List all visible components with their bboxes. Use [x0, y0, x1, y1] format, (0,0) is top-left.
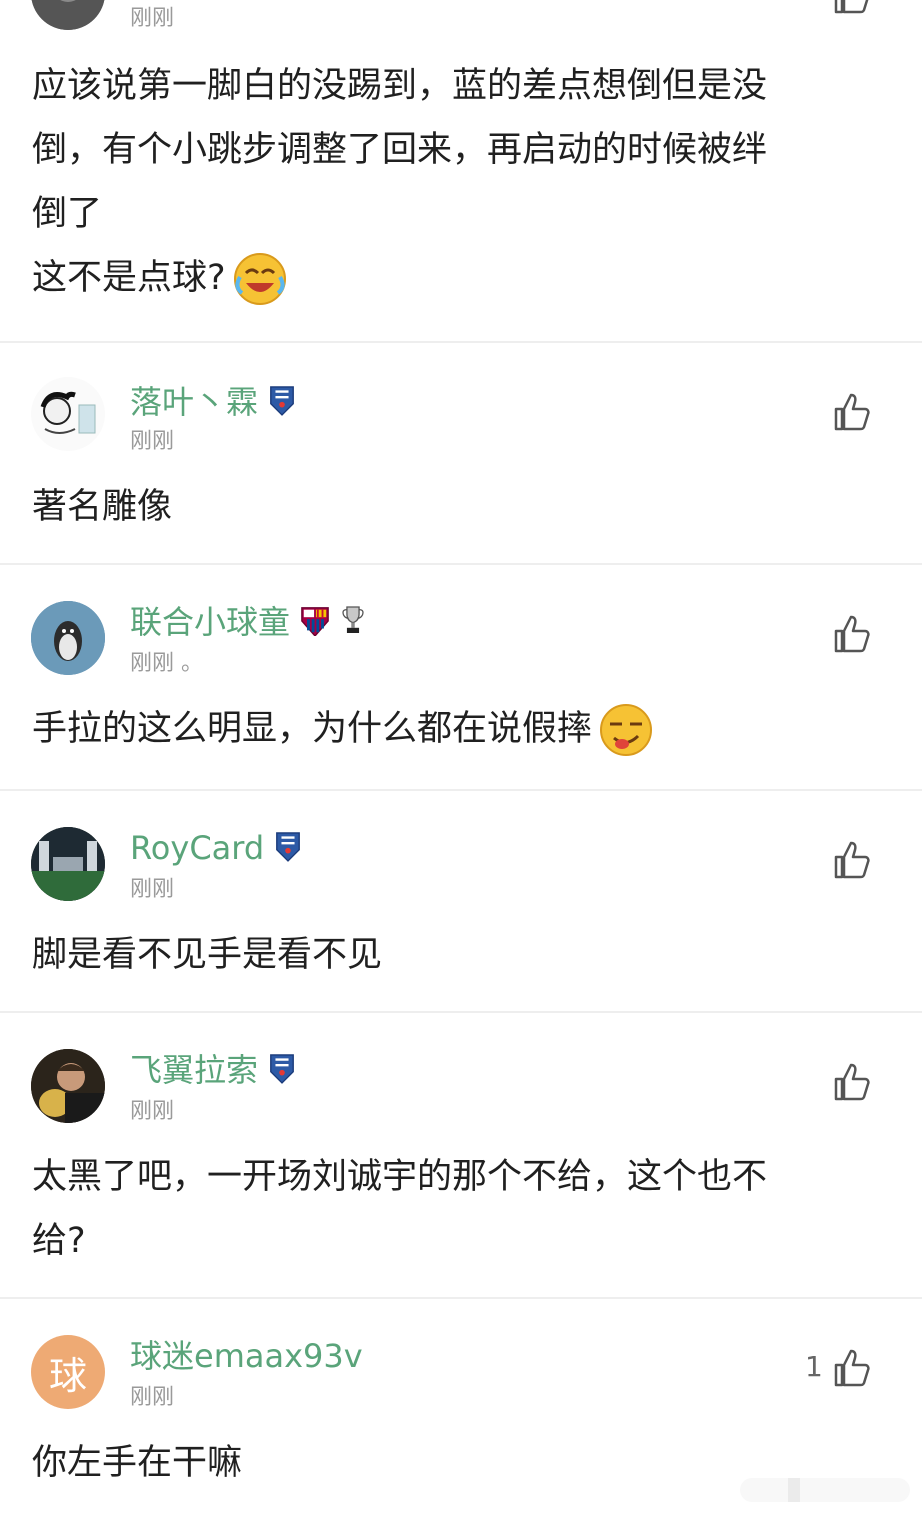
comment-text: 应该说第一脚白的没踢到，蓝的差点想倒但是没 倒，有个小跳步调整了回来，再启动的时…	[32, 54, 892, 310]
comment-text-line: 倒，有个小跳步调整了回来，再启动的时候被绊	[32, 130, 768, 170]
comment-time: 刚刚 。	[130, 651, 203, 676]
trophy-badge-icon	[340, 604, 366, 644]
avatar[interactable]: 球	[31, 1335, 105, 1409]
username[interactable]: 球迷emaax93v	[130, 1337, 363, 1375]
username-text[interactable]: 飞翼拉索	[130, 1051, 258, 1089]
watermark	[740, 1472, 910, 1508]
avatar[interactable]	[31, 601, 105, 675]
comment-time: 刚刚	[130, 6, 175, 31]
comment-text: 脚是看不见手是看不见	[32, 935, 383, 975]
comment-text-line-with-emoji: 这不是点球?	[32, 246, 892, 310]
username[interactable]: 联合小球童	[130, 603, 366, 644]
username[interactable]: 落叶丶霖	[130, 383, 296, 424]
comment-text-line: 太黑了吧，一开场刘诚宇的那个不给，这个也不	[32, 1157, 768, 1197]
comment-text: 太黑了吧，一开场刘诚宇的那个不给，这个也不 给?	[32, 1145, 892, 1273]
smirk-tongue-emoji-icon	[598, 702, 654, 758]
comment-text-line: 手拉的这么明显，为什么都在说假摔	[32, 709, 593, 749]
laughing-crying-emoji-icon	[232, 251, 288, 307]
username[interactable]: RoyCard	[130, 829, 302, 870]
barcelona-badge-icon	[300, 604, 330, 644]
divider	[0, 789, 922, 791]
avatar[interactable]	[31, 1049, 105, 1123]
comment-time: 刚刚	[130, 1099, 175, 1124]
username[interactable]: 飞翼拉索	[130, 1051, 296, 1092]
shenhua-badge-icon	[268, 1052, 296, 1092]
avatar[interactable]	[31, 827, 105, 901]
like-icon[interactable]	[832, 613, 874, 655]
username-text[interactable]: 球迷emaax93v	[130, 1337, 363, 1375]
comment-text-line: 倒了	[32, 194, 103, 234]
username-text[interactable]: 联合小球童	[130, 603, 290, 641]
like-icon[interactable]	[832, 1061, 874, 1103]
comment-text: 著名雕像	[32, 487, 173, 527]
username-text[interactable]: RoyCard	[130, 829, 264, 867]
username-text[interactable]: 落叶丶霖	[130, 383, 258, 421]
comment-text: 手拉的这么明显，为什么都在说假摔	[32, 697, 892, 761]
like-icon[interactable]	[832, 1347, 874, 1389]
comment-text-line: 给?	[32, 1221, 86, 1261]
divider	[0, 1011, 922, 1013]
avatar[interactable]	[31, 0, 105, 30]
comment-time: 刚刚	[130, 1385, 175, 1410]
like-count: 1	[805, 1350, 823, 1383]
comment-text-line-with-emoji: 手拉的这么明显，为什么都在说假摔	[32, 697, 892, 761]
comment-time: 刚刚	[130, 877, 175, 902]
comment-text-line: 这不是点球?	[32, 258, 226, 298]
shenhua-badge-icon	[268, 384, 296, 424]
divider	[0, 1297, 922, 1299]
shenhua-badge-icon	[274, 830, 302, 870]
like-icon[interactable]	[832, 0, 874, 16]
like-icon[interactable]	[832, 391, 874, 433]
comment-time: 刚刚	[130, 429, 175, 454]
comment-text-line: 应该说第一脚白的没踢到，蓝的差点想倒但是没	[32, 66, 768, 106]
avatar[interactable]	[31, 377, 105, 451]
avatar-initial: 球	[48, 1353, 87, 1398]
like-icon[interactable]	[832, 839, 874, 881]
divider	[0, 563, 922, 565]
divider	[0, 341, 922, 343]
